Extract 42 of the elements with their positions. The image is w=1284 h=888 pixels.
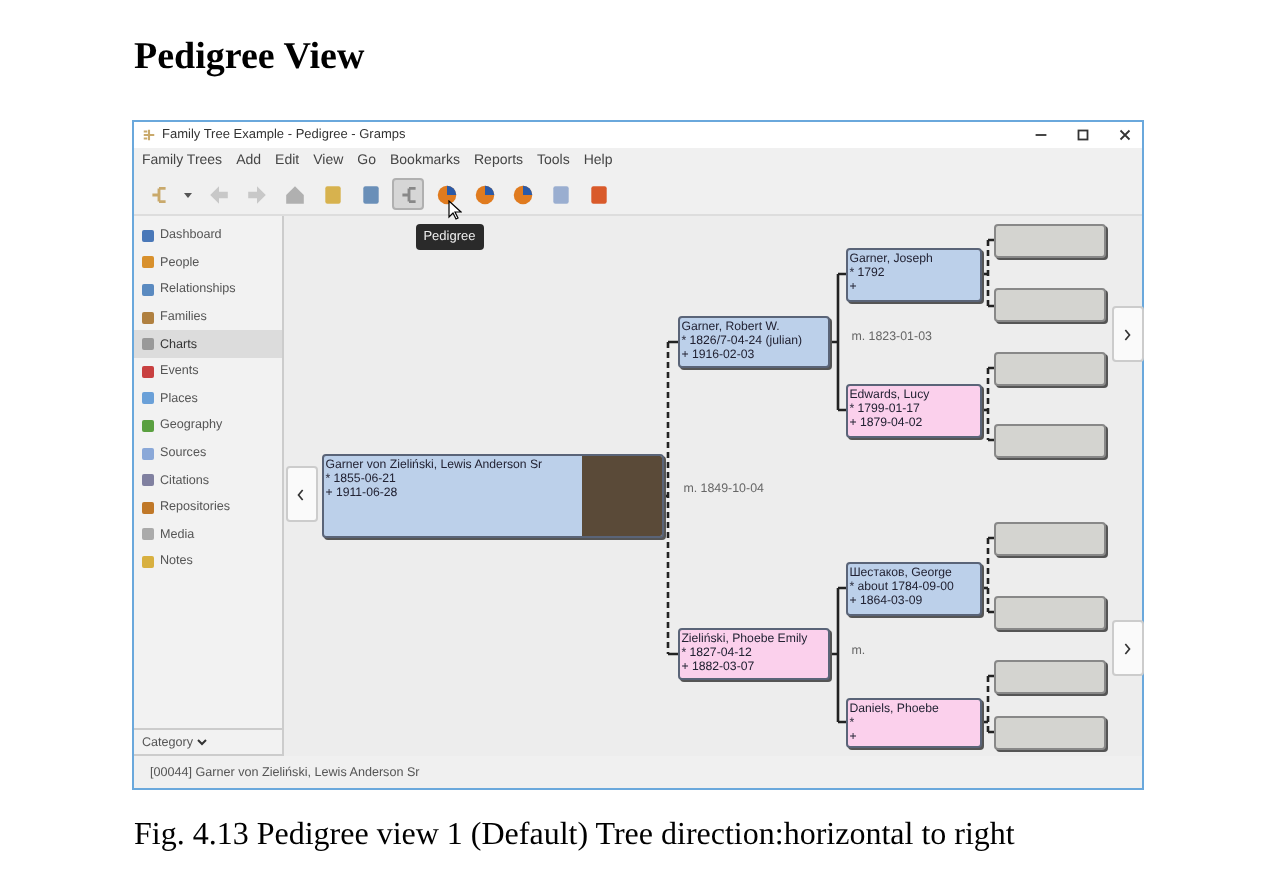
tree-icon xyxy=(147,183,169,205)
page-title: Pedigree View xyxy=(134,36,367,80)
category-icon xyxy=(142,501,154,514)
home-icon xyxy=(283,183,305,205)
chevron-down-icon xyxy=(195,736,208,748)
category-icon xyxy=(142,447,154,460)
category-icon xyxy=(142,474,154,487)
maximize-icon[interactable] xyxy=(1074,126,1092,144)
fan-chart-icon xyxy=(435,183,457,205)
category-icon xyxy=(142,419,154,432)
category-icon xyxy=(142,392,154,405)
category-icon xyxy=(142,338,154,351)
forward-arrow-icon xyxy=(245,183,267,205)
category-icon xyxy=(142,229,154,242)
empty-person-box[interactable] xyxy=(993,660,1106,694)
empty-person-box[interactable] xyxy=(993,352,1106,386)
pedigree-icon xyxy=(397,183,419,205)
fan-chart-icon xyxy=(511,183,533,205)
empty-person-box[interactable] xyxy=(993,596,1106,630)
close-icon[interactable] xyxy=(1116,126,1134,144)
empty-person-box[interactable] xyxy=(993,522,1106,556)
empty-person-box[interactable] xyxy=(993,224,1106,258)
figure-caption: Fig. 4.13 Pedigree view 1 (Default) Tree direction:horizontal to right xyxy=(134,818,1017,854)
empty-person-box[interactable] xyxy=(993,424,1106,458)
chevron-right-icon xyxy=(1122,641,1133,655)
back-arrow-icon xyxy=(207,183,229,205)
fan-chart-icon xyxy=(473,183,495,205)
chevron-left-icon xyxy=(296,487,307,501)
previous-button[interactable] xyxy=(285,466,318,522)
category-icon xyxy=(142,365,154,378)
empty-person-box[interactable] xyxy=(993,716,1106,750)
category-icon xyxy=(142,528,154,541)
chevron-right-icon xyxy=(1122,327,1133,341)
next-button[interactable] xyxy=(1111,306,1144,362)
category-icon xyxy=(142,256,154,269)
category-icon xyxy=(142,311,154,324)
category-icon xyxy=(142,555,154,568)
empty-person-box[interactable] xyxy=(993,288,1106,322)
tree-icon xyxy=(142,128,156,142)
next-button[interactable] xyxy=(1111,620,1144,676)
category-icon xyxy=(142,283,154,296)
mouse-pointer-icon xyxy=(448,200,462,220)
